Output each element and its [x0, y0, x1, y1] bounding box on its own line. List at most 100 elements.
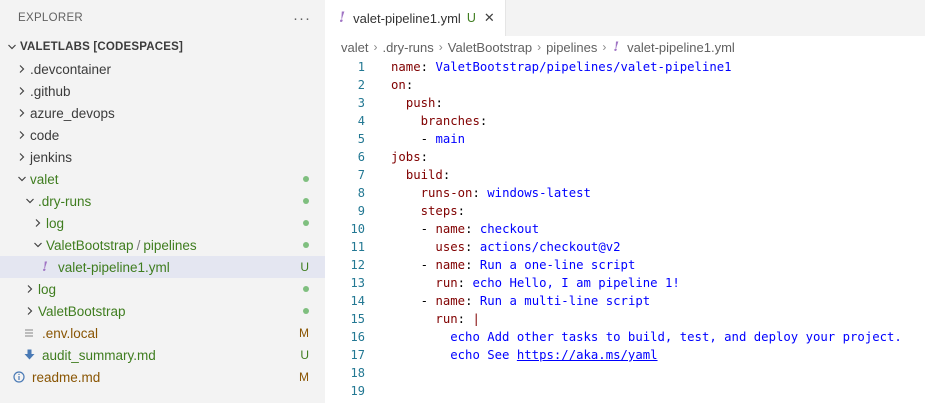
- yaml-file-icon: !: [42, 259, 48, 275]
- code-content: on:: [391, 78, 414, 92]
- breadcrumb-item[interactable]: .dry-runs: [382, 40, 433, 55]
- line-number: 5: [357, 132, 365, 146]
- chevron-down-icon: [30, 240, 46, 250]
- code-line: 17 echo See https://aka.ms/yaml: [325, 346, 925, 364]
- breadcrumb: valet › .dry-runs › ValetBootstrap › pip…: [325, 36, 925, 58]
- explorer-header: EXPLORER ···: [0, 0, 325, 36]
- breadcrumb-item[interactable]: valet-pipeline1.yml: [627, 40, 735, 55]
- tree-item-label: audit_summary.md: [42, 347, 156, 363]
- breadcrumb-item[interactable]: ValetBootstrap: [448, 40, 532, 55]
- tree-item-log-nested[interactable]: log: [0, 212, 325, 234]
- code-content: steps:: [420, 204, 466, 218]
- chevron-right-icon: [14, 108, 30, 118]
- tree-item-log[interactable]: log: [0, 278, 325, 300]
- code-line: 12 - name: Run a one-line script: [325, 256, 925, 274]
- code-content: - name: Run a multi-line script: [420, 294, 651, 308]
- tree-item-valetbootstrap-pipelines[interactable]: ValetBootstrap / pipelines: [0, 234, 325, 256]
- git-status-dot: [303, 278, 309, 300]
- git-status-modified: M: [299, 326, 309, 340]
- chevron-right-icon: ›: [602, 40, 607, 54]
- workspace-root[interactable]: VALETLABS [CODESPACES]: [0, 36, 325, 58]
- code-content: uses: actions/checkout@v2: [435, 240, 621, 254]
- tree-item-label: readme.md: [32, 369, 101, 385]
- code-line: 19: [325, 382, 925, 400]
- breadcrumb-item[interactable]: valet: [341, 40, 368, 55]
- line-number: 2: [357, 78, 365, 92]
- chevron-right-icon: ›: [438, 40, 443, 54]
- editor-area: ! valet-pipeline1.yml U ✕ valet › .dry-r…: [325, 0, 925, 403]
- tree-item-label: jenkins: [30, 149, 73, 165]
- tab-label: valet-pipeline1.yml: [353, 10, 461, 26]
- chevron-right-icon: ›: [537, 40, 542, 54]
- code-editor[interactable]: 1 name: ValetBootstrap/pipelines/valet-p…: [325, 58, 925, 400]
- code-line: 7 build:: [325, 166, 925, 184]
- line-number: 12: [350, 258, 365, 272]
- tree-item-valet-pipeline1[interactable]: ! valet-pipeline1.yml U: [0, 256, 325, 278]
- tree-item-jenkins[interactable]: jenkins: [0, 146, 325, 168]
- line-number: 7: [357, 168, 365, 182]
- git-status-dot: [303, 234, 309, 256]
- line-number: 15: [350, 312, 365, 326]
- line-number: 16: [350, 330, 365, 344]
- close-icon[interactable]: ✕: [484, 10, 495, 26]
- git-status-dot: [303, 212, 309, 234]
- chevron-down-icon: [14, 174, 30, 184]
- tree-item-label: .env.local: [42, 325, 99, 341]
- line-number: 10: [350, 222, 365, 236]
- tree-item-valet[interactable]: valet: [0, 168, 325, 190]
- tree-item-dry-runs[interactable]: .dry-runs: [0, 190, 325, 212]
- line-number: 9: [357, 204, 365, 218]
- explorer-title: EXPLORER: [18, 12, 84, 24]
- markdown-download-icon: [22, 349, 36, 361]
- chevron-down-icon: [22, 196, 38, 206]
- code-content: - name: Run a one-line script: [420, 258, 636, 272]
- breadcrumb-item[interactable]: pipelines: [546, 40, 597, 55]
- tree-item-audit-summary[interactable]: audit_summary.md U: [0, 344, 325, 366]
- settings-file-icon: [22, 328, 36, 338]
- chevron-right-icon: [14, 130, 30, 140]
- yaml-file-icon: !: [339, 10, 346, 26]
- tree-item-label: azure_devops: [30, 105, 115, 121]
- line-number: 4: [357, 114, 365, 128]
- compact-folder-separator: /: [136, 237, 141, 253]
- code-line: 14 - name: Run a multi-line script: [325, 292, 925, 310]
- line-number: 11: [350, 240, 365, 254]
- code-line: 4 branches:: [325, 112, 925, 130]
- code-line: 3 push:: [325, 94, 925, 112]
- tree-item-valetbootstrap[interactable]: ValetBootstrap: [0, 300, 325, 322]
- code-line: 1 name: ValetBootstrap/pipelines/valet-p…: [325, 58, 925, 76]
- info-icon: [12, 371, 26, 383]
- code-line: 2 on:: [325, 76, 925, 94]
- code-line: 6 jobs:: [325, 148, 925, 166]
- git-status-modified: M: [299, 370, 309, 384]
- tree-item-label: ValetBootstrap: [38, 303, 126, 319]
- code-content: runs-on: windows-latest: [420, 186, 591, 200]
- tab-valet-pipeline1[interactable]: ! valet-pipeline1.yml U ✕: [325, 0, 506, 36]
- chevron-right-icon: [22, 306, 38, 316]
- line-number: 6: [357, 150, 365, 164]
- code-line: 18: [325, 364, 925, 382]
- tree-item-readme[interactable]: readme.md M: [0, 366, 325, 388]
- tree-item-label-2: pipelines: [143, 237, 197, 253]
- tree-item-code[interactable]: code: [0, 124, 325, 146]
- more-actions-icon[interactable]: ···: [293, 10, 311, 27]
- line-number: 8: [357, 186, 365, 200]
- chevron-right-icon: [14, 86, 30, 96]
- code-content: run: |: [435, 312, 480, 326]
- tree-item-env-local[interactable]: .env.local M: [0, 322, 325, 344]
- line-number: 14: [350, 294, 365, 308]
- code-content: echo See https://aka.ms/yaml: [450, 348, 658, 362]
- tree-item-label: .devcontainer: [30, 61, 112, 77]
- line-number: 3: [357, 96, 365, 110]
- line-number: 17: [350, 348, 365, 362]
- workspace-root-label: VALETLABS [CODESPACES]: [20, 41, 184, 53]
- chevron-right-icon: [30, 218, 46, 228]
- code-content: - name: checkout: [420, 222, 540, 236]
- tree-item-github[interactable]: .github: [0, 80, 325, 102]
- yaml-docs-link[interactable]: https://aka.ms/yaml: [517, 348, 658, 362]
- tree-item-devcontainer[interactable]: .devcontainer: [0, 58, 325, 80]
- tree-item-azure-devops[interactable]: azure_devops: [0, 102, 325, 124]
- code-line: 8 runs-on: windows-latest: [325, 184, 925, 202]
- code-line: 10 - name: checkout: [325, 220, 925, 238]
- tree-item-label: ValetBootstrap: [46, 237, 134, 253]
